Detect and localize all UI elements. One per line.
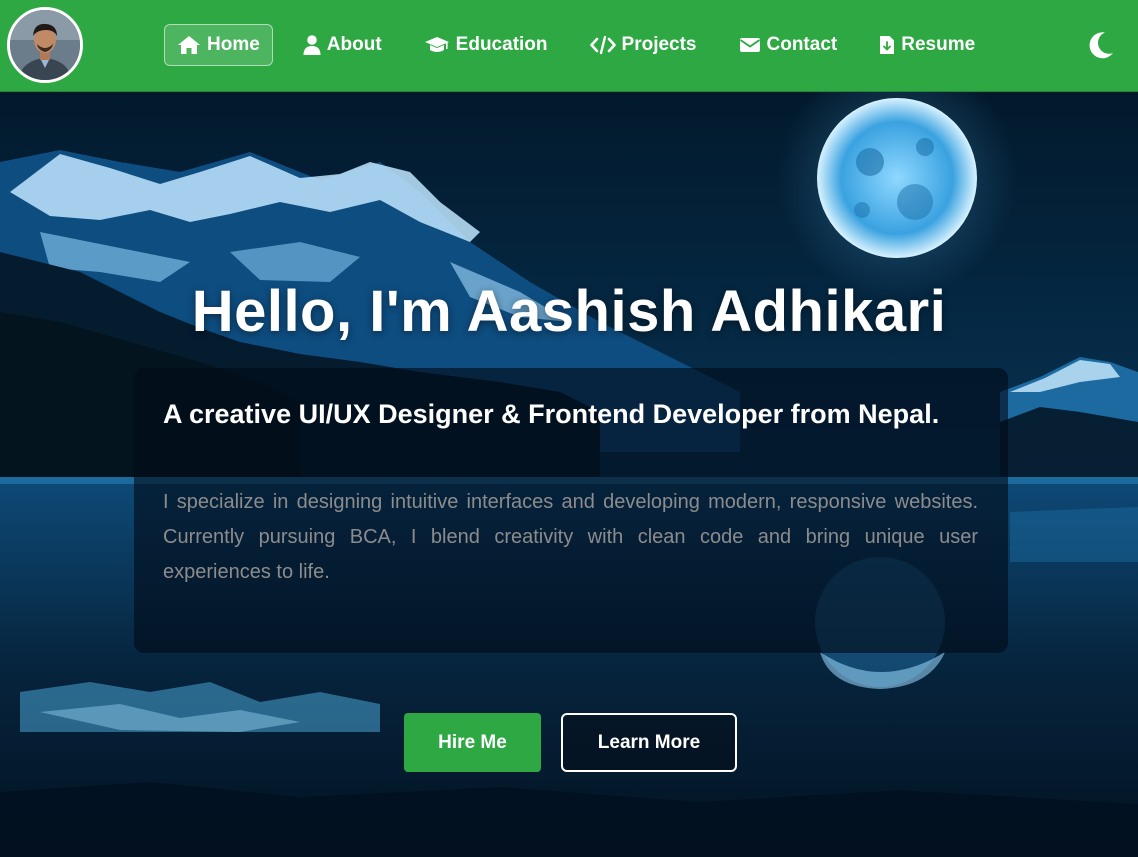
graduation-cap-icon [424, 37, 449, 52]
moon-icon [1089, 32, 1113, 59]
intro-card: A creative UI/UX Designer & Frontend Dev… [134, 368, 1008, 653]
nav-item-home[interactable]: Home [164, 24, 273, 66]
file-download-icon [880, 36, 895, 54]
profile-avatar[interactable] [7, 7, 83, 83]
nav-item-about[interactable]: About [291, 24, 394, 66]
nav-item-resume[interactable]: Resume [867, 24, 987, 66]
hero-title: Hello, I'm Aashish Adhikari [191, 279, 947, 344]
hero-subtitle: A creative UI/UX Designer & Frontend Dev… [163, 399, 940, 429]
nav-item-projects[interactable]: Projects [578, 24, 709, 66]
nav-item-label: Education [455, 34, 548, 55]
nav-item-label: About [326, 34, 382, 55]
nav-item-contact[interactable]: Contact [727, 24, 850, 66]
home-icon [178, 36, 200, 54]
navbar: Home About Education Projects Contact Re… [0, 0, 1138, 92]
theme-toggle-button[interactable] [1084, 28, 1118, 62]
learn-more-button[interactable]: Learn More [561, 713, 737, 772]
nav-item-education[interactable]: Education [412, 24, 560, 66]
hero-description: I specialize in designing intuitive inte… [163, 491, 978, 583]
hero-section: Hello, I'm Aashish Adhikari A creative U… [0, 92, 1138, 857]
hire-me-button[interactable]: Hire Me [404, 713, 541, 772]
nav-item-label: Projects [621, 34, 697, 55]
envelope-icon [739, 38, 760, 52]
nav-item-label: Home [207, 34, 260, 55]
code-icon [589, 35, 616, 55]
nav-item-label: Resume [901, 34, 976, 55]
nav-links: Home About Education Projects Contact Re… [164, 24, 1005, 66]
nav-item-label: Contact [766, 34, 838, 55]
avatar-photo [10, 10, 80, 80]
user-icon [303, 35, 321, 55]
